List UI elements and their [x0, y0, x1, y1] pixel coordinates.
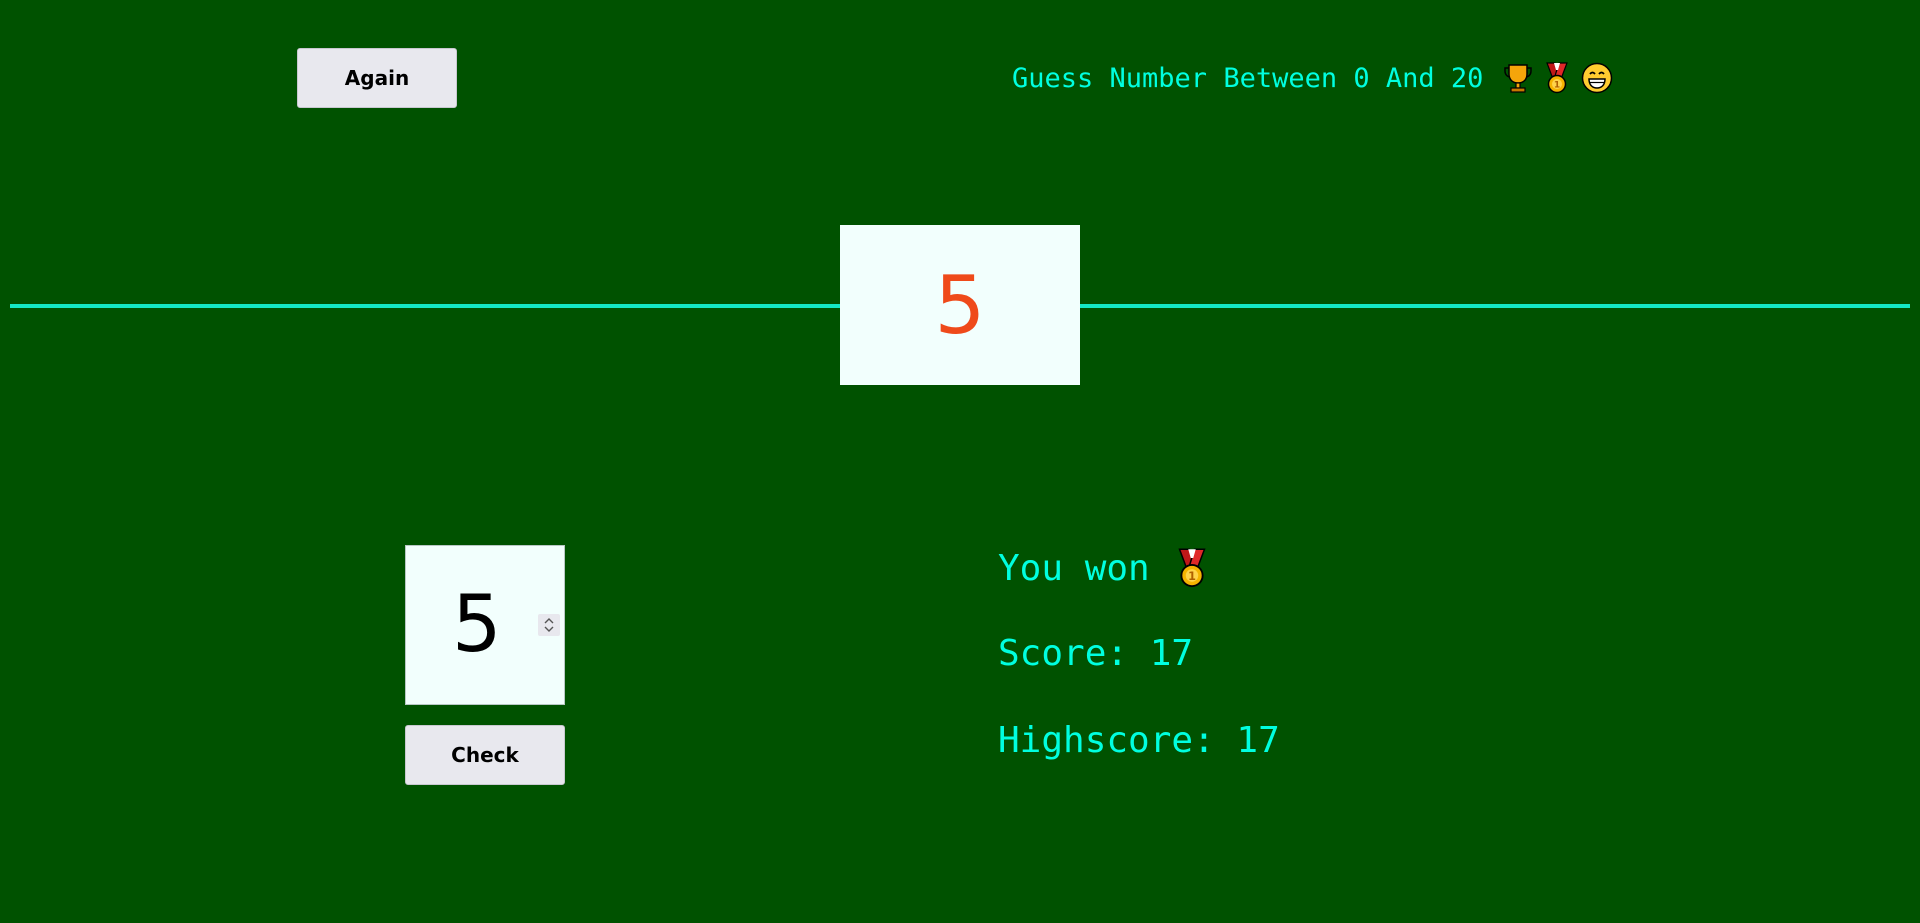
score-text: Score: 17 — [998, 632, 1194, 674]
result-message: You won — [998, 547, 1150, 589]
page-title-row: Guess Number Between 0 And 20 1 — [1012, 58, 1613, 98]
result-message-row: You won 1 — [998, 543, 1212, 593]
grinning-face-icon — [1581, 62, 1613, 94]
check-button[interactable]: Check — [405, 725, 565, 785]
guess-game-page: Again Guess Number Between 0 And 20 1 5 … — [0, 0, 1920, 923]
guess-input[interactable]: 5 — [405, 545, 565, 705]
medal-icon: 1 — [1541, 62, 1573, 94]
guess-input-value: 5 — [452, 580, 502, 670]
secret-number-display: 5 — [840, 225, 1080, 385]
number-spinner[interactable] — [538, 614, 560, 636]
medal-icon: 1 — [1172, 548, 1212, 588]
page-title: Guess Number Between 0 And 20 — [1012, 62, 1484, 94]
svg-text:1: 1 — [1554, 81, 1560, 91]
highscore-text: Highscore: 17 — [998, 719, 1280, 761]
svg-text:1: 1 — [1188, 570, 1196, 583]
trophy-icon — [1503, 62, 1533, 94]
again-button[interactable]: Again — [297, 48, 457, 108]
